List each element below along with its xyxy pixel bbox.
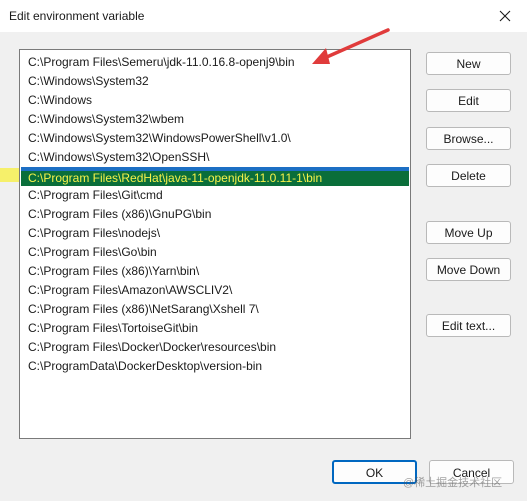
- path-list[interactable]: C:\Program Files\Semeru\jdk-11.0.16.8-op…: [19, 49, 411, 439]
- close-button[interactable]: [483, 0, 527, 32]
- list-item[interactable]: C:\Program Files (x86)\NetSarang\Xshell …: [21, 300, 409, 319]
- watermark: @稀土掘金技术社区: [403, 477, 503, 489]
- delete-button[interactable]: Delete: [426, 164, 511, 187]
- list-item[interactable]: C:\Program Files\Git\cmd: [21, 186, 409, 205]
- close-icon: [499, 10, 511, 22]
- list-item[interactable]: C:\Program Files\Docker\Docker\resources…: [21, 338, 409, 357]
- annotation-arrow-icon: [312, 28, 390, 64]
- list-item[interactable]: C:\ProgramData\DockerDesktop\version-bin: [21, 357, 409, 376]
- list-item[interactable]: C:\Windows\System32: [21, 72, 409, 91]
- title-bar: Edit environment variable: [0, 0, 527, 32]
- edit-button[interactable]: Edit: [426, 89, 511, 112]
- list-item[interactable]: C:\Program Files\Amazon\AWSCLIV2\: [21, 281, 409, 300]
- move-down-button[interactable]: Move Down: [426, 258, 511, 281]
- list-item[interactable]: C:\Windows\System32\OpenSSH\: [21, 148, 409, 167]
- list-item[interactable]: C:\Windows\System32\wbem: [21, 110, 409, 129]
- move-up-button[interactable]: Move Up: [426, 221, 511, 244]
- list-item[interactable]: C:\Windows: [21, 91, 409, 110]
- browse-button[interactable]: Browse...: [426, 127, 511, 150]
- list-item[interactable]: C:\Windows\System32\WindowsPowerShell\v1…: [21, 129, 409, 148]
- list-item[interactable]: C:\Program Files (x86)\GnuPG\bin: [21, 205, 409, 224]
- new-button[interactable]: New: [426, 52, 511, 75]
- window-title: Edit environment variable: [9, 9, 145, 23]
- list-item[interactable]: C:\Program Files\Go\bin: [21, 243, 409, 262]
- list-item[interactable]: C:\Program Files\nodejs\: [21, 224, 409, 243]
- list-item-selected[interactable]: C:\Program Files\RedHat\java-11-openjdk-…: [21, 167, 409, 186]
- edit-environment-variable-dialog: Edit environment variable C:\Program Fil…: [0, 0, 527, 501]
- list-item[interactable]: C:\Program Files (x86)\Yarn\bin\: [21, 262, 409, 281]
- list-item[interactable]: C:\Program Files\TortoiseGit\bin: [21, 319, 409, 338]
- edit-text-button[interactable]: Edit text...: [426, 314, 511, 337]
